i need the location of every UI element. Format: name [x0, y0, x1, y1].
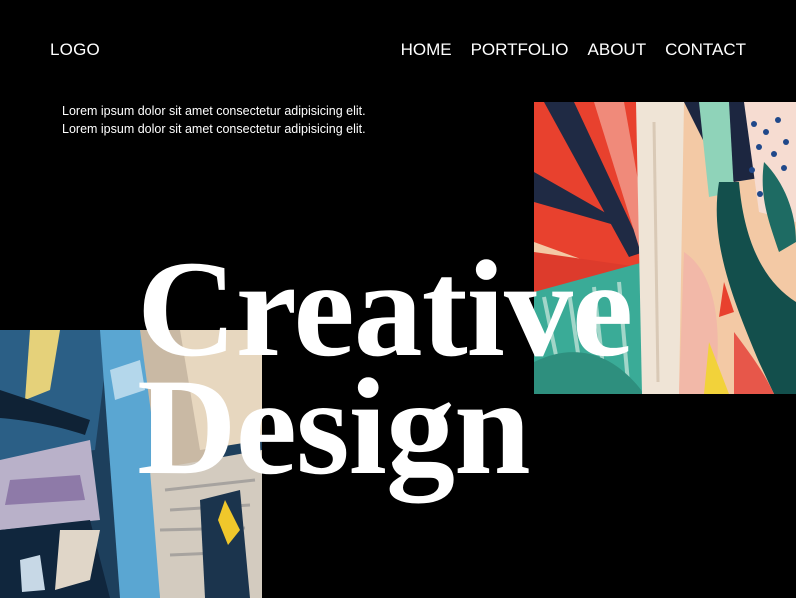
nav-portfolio[interactable]: PORTFOLIO	[471, 40, 569, 60]
nav-contact[interactable]: CONTACT	[665, 40, 746, 60]
nav-home[interactable]: HOME	[401, 40, 452, 60]
intro-line-1: Lorem ipsum dolor sit amet consectetur a…	[62, 104, 366, 118]
hero-line-2: Design	[137, 350, 531, 503]
hero-heading: Creative Design	[137, 240, 633, 503]
nav-about[interactable]: ABOUT	[588, 40, 647, 60]
intro-text: Lorem ipsum dolor sit amet consectetur a…	[62, 102, 366, 138]
intro-line-2: Lorem ipsum dolor sit amet consectetur a…	[62, 122, 366, 136]
main-nav: HOME PORTFOLIO ABOUT CONTACT	[401, 40, 746, 60]
logo[interactable]: LOGO	[50, 40, 100, 60]
